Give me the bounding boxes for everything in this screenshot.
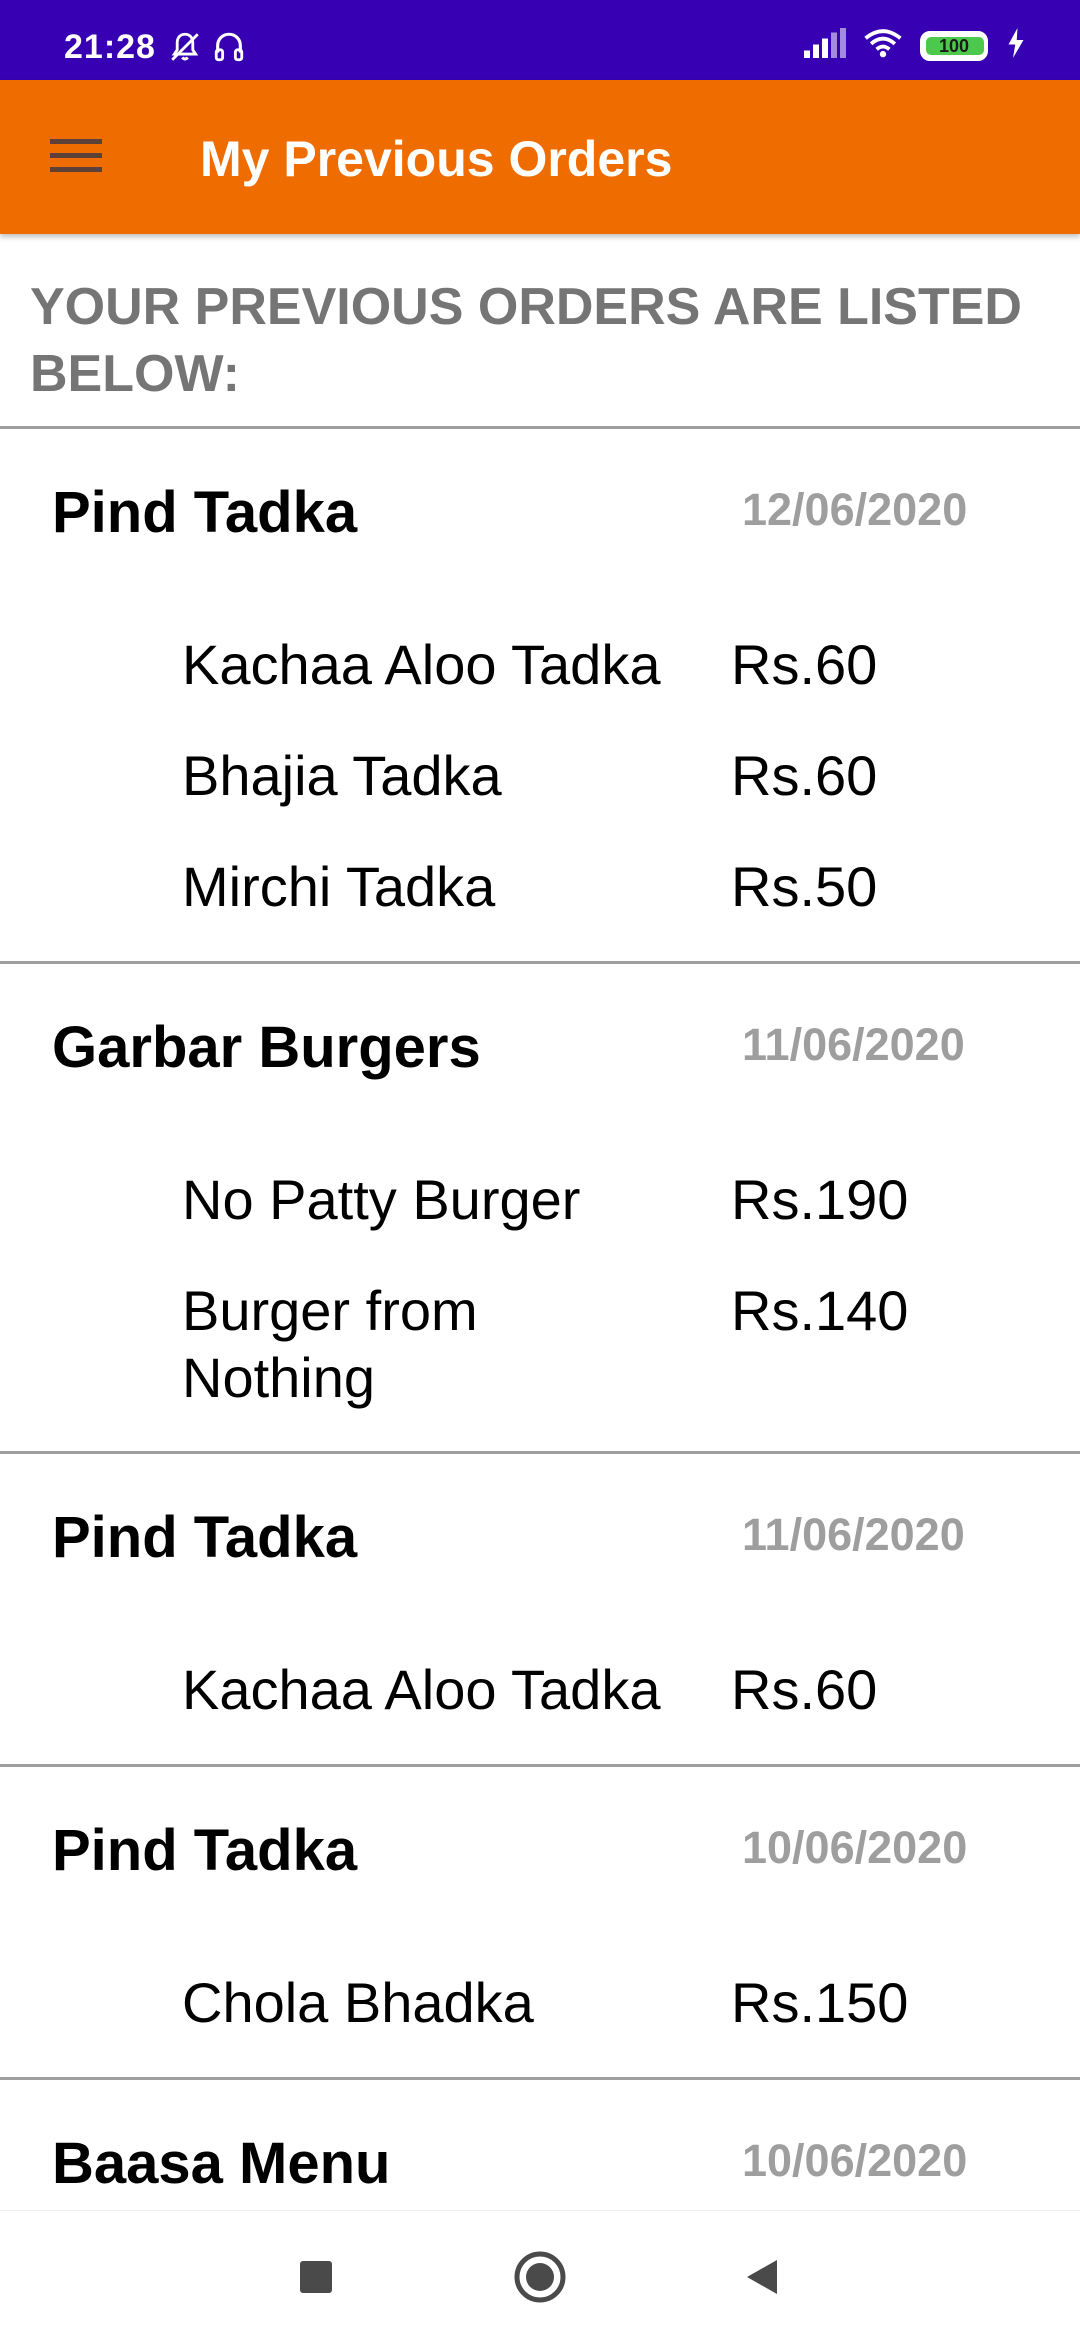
battery-level: 100 (938, 35, 970, 56)
recents-square-icon (299, 2260, 333, 2299)
order-card[interactable]: Pind Tadka 11/06/2020 Kachaa Aloo Tadka … (0, 1454, 1080, 1764)
screen: 21:28 100 My Previous Orders YOUR PREVIO… (0, 0, 1080, 2340)
order-item-name: Chola Bhadka (182, 1971, 534, 2034)
restaurant-name: Baasa Menu (52, 2131, 391, 2196)
status-bar: 21:28 100 (0, 0, 1080, 80)
order-date: 11/06/2020 (742, 1019, 965, 1070)
order-item-name: Kachaa Aloo Tadka (182, 633, 661, 696)
mute-notifications-icon (168, 30, 202, 69)
back-triangle-icon (743, 2257, 781, 2302)
order-item-name: Burger from Nothing (182, 1279, 478, 1409)
order-item-price: Rs.50 (731, 855, 878, 918)
recents-button[interactable] (276, 2239, 356, 2319)
menu-button[interactable] (40, 125, 114, 189)
wifi-icon (864, 28, 902, 63)
restaurant-name: Garbar Burgers (52, 1015, 481, 1080)
order-item-price: Rs.60 (731, 633, 878, 696)
order-date: 10/06/2020 (742, 2135, 968, 2186)
signal-icon (804, 28, 846, 63)
order-date: 11/06/2020 (742, 1509, 965, 1560)
intro-heading: YOUR PREVIOUS ORDERS ARE LISTED BELOW: (30, 278, 1022, 403)
system-nav-bar (0, 2210, 1080, 2340)
order-item-name: Bhajia Tadka (182, 744, 502, 807)
order-item-price: Rs.60 (731, 1658, 878, 1721)
order-item-price: Rs.150 (731, 1971, 909, 2034)
order-item-name: Mirchi Tadka (182, 855, 496, 918)
charging-icon (1006, 28, 1026, 63)
restaurant-name: Pind Tadka (52, 1505, 358, 1570)
app-bar: My Previous Orders (0, 80, 1080, 234)
order-item-price: Rs.60 (731, 744, 878, 807)
page-title: My Previous Orders (200, 131, 673, 187)
order-item-price: Rs.190 (731, 1168, 909, 1231)
hamburger-menu-icon (50, 135, 104, 180)
order-card[interactable]: Baasa Menu 10/06/2020 (0, 2080, 1080, 2210)
order-date: 10/06/2020 (742, 1822, 968, 1873)
back-button[interactable] (722, 2239, 802, 2319)
order-card[interactable]: Pind Tadka 10/06/2020 Chola Bhadka Rs.15… (0, 1767, 1080, 2077)
status-time: 21:28 (64, 28, 156, 66)
order-item-name: Kachaa Aloo Tadka (182, 1658, 661, 1721)
orders-list[interactable]: YOUR PREVIOUS ORDERS ARE LISTED BELOW: P… (0, 234, 1080, 2210)
battery-icon: 100 (920, 30, 988, 61)
order-item-price: Rs.140 (731, 1279, 909, 1342)
order-date: 12/06/2020 (742, 484, 968, 535)
restaurant-name: Pind Tadka (52, 480, 358, 545)
status-right-icons: 100 (804, 28, 1026, 63)
restaurant-name: Pind Tadka (52, 1818, 358, 1883)
order-item-name: No Patty Burger (182, 1168, 581, 1231)
status-left-icons (168, 30, 246, 69)
order-card[interactable]: Garbar Burgers 11/06/2020 No Patty Burge… (0, 964, 1080, 1454)
home-button[interactable] (500, 2239, 580, 2319)
home-circle-icon (513, 2250, 567, 2309)
order-card[interactable]: Pind Tadka 12/06/2020 Kachaa Aloo Tadka … (0, 429, 1080, 964)
headset-icon (212, 30, 246, 69)
